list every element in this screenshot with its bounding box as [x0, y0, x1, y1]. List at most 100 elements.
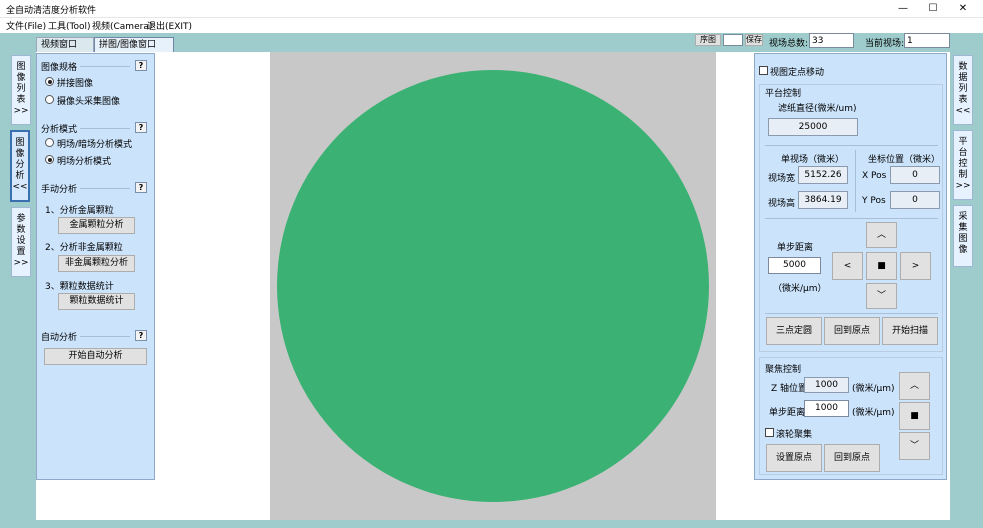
metal-particle-analysis-button[interactable]: 金属颗粒分析	[58, 217, 135, 234]
wheel-focus-checkbox[interactable]	[765, 428, 774, 437]
auto-analysis-title: 自动分析	[41, 333, 78, 343]
step1-label: 1、分析金属颗粒	[45, 206, 114, 216]
coord-position-title: 坐标位置（微米）	[868, 155, 941, 165]
tab-char: 图	[16, 62, 26, 72]
move-down-button[interactable]: ﹀	[866, 283, 897, 309]
step-distance-input[interactable]: 5000	[768, 257, 821, 274]
start-scan-button[interactable]: 开始扫描	[882, 317, 938, 345]
sidebar-tab-parameter-settings[interactable]: 参 数 设 置 >>	[11, 207, 31, 277]
view-fixed-move-checkbox[interactable]	[759, 66, 768, 75]
maximize-button[interactable]: ☐	[918, 2, 948, 16]
field-height-value: 3864.19	[798, 191, 848, 209]
divider	[855, 150, 856, 212]
tab-char: 置	[16, 247, 26, 257]
move-stop-button[interactable]: ■	[866, 252, 897, 280]
current-field-label: 当前视场:	[865, 39, 905, 49]
total-fields-input[interactable]: 33	[809, 33, 854, 48]
image-spec-title: 图像规格	[41, 63, 78, 73]
tab-char: 图	[958, 234, 968, 244]
tab-char: <<	[12, 182, 28, 192]
sidebar-tab-image-analysis[interactable]: 图 像 分 析 <<	[10, 130, 30, 202]
particle-statistics-button[interactable]: 颗粒数据统计	[58, 293, 135, 310]
sidebar-tab-data-list[interactable]: 数 据 列 表 <<	[953, 55, 973, 125]
divider	[80, 128, 130, 129]
sidebar-tab-image-list[interactable]: 图 像 列 表 >>	[11, 55, 31, 125]
radio-mosaic-image[interactable]	[45, 77, 54, 86]
bright-dark-mode-label: 明场/暗场分析模式	[57, 140, 133, 150]
tab-char: 据	[958, 73, 968, 83]
mosaic-image-label: 拼接图像	[57, 79, 94, 89]
small-field[interactable]	[723, 34, 743, 46]
tab-char: >>	[955, 181, 971, 191]
z-position-label: Z 轴位置	[771, 384, 808, 394]
field-width-value: 5152.26	[798, 166, 848, 184]
radio-bright-dark-mode[interactable]	[45, 138, 54, 147]
total-fields-label: 视场总数:	[769, 39, 809, 49]
radio-bright-mode[interactable]	[45, 155, 54, 164]
tab-char: >>	[13, 106, 29, 116]
sequence-button[interactable]: 序图	[695, 34, 721, 46]
focus-stop-button[interactable]: ■	[899, 402, 930, 430]
tab-mosaic-image-window[interactable]: 拼图/图像窗口	[94, 37, 174, 52]
focus-control-title: 聚焦控制	[765, 365, 802, 375]
move-up-button[interactable]: ︿	[866, 222, 897, 248]
tab-char: 集	[958, 223, 968, 233]
current-field-input[interactable]: 1	[904, 33, 950, 48]
window-title: 全自动清洁度分析软件	[6, 6, 97, 16]
step-distance-label: 单步距离	[777, 243, 814, 253]
xpos-label: X Pos	[862, 171, 887, 181]
sidebar-tab-platform-control[interactable]: 平 台 控 制 >>	[953, 130, 973, 200]
field-height-label: 视场高	[768, 199, 796, 209]
tab-char: 像	[15, 149, 25, 159]
radio-camera-image[interactable]	[45, 95, 54, 104]
ypos-label: Y Pos	[862, 196, 886, 206]
tab-char: 列	[958, 84, 968, 94]
tab-char: 参	[16, 214, 26, 224]
auto-analysis-help-button[interactable]: ?	[135, 330, 147, 341]
filter-membrane-circle	[277, 70, 709, 502]
start-auto-analysis-button[interactable]: 开始自动分析	[44, 348, 147, 365]
move-right-button[interactable]: >	[900, 252, 931, 280]
focus-up-button[interactable]: ︿	[899, 372, 930, 400]
manual-analysis-help-button[interactable]: ?	[135, 182, 147, 193]
save-button[interactable]: 保存	[745, 34, 763, 46]
focus-down-button[interactable]: ﹀	[899, 432, 930, 460]
focus-step-label: 单步距离	[769, 408, 806, 418]
minimize-button[interactable]: —	[888, 2, 918, 16]
tab-char: 分	[15, 160, 25, 170]
step-unit-label: （微米/μm）	[773, 284, 827, 294]
tab-char: 数	[16, 225, 26, 235]
menu-file[interactable]: 文件(File)	[6, 19, 46, 32]
analysis-mode-help-button[interactable]: ?	[135, 122, 147, 133]
three-point-circle-button[interactable]: 三点定圆	[766, 317, 822, 345]
menu-camera[interactable]: 视频(Camera)	[92, 19, 152, 32]
focus-home-button[interactable]: 回到原点	[824, 444, 880, 472]
z-position-value: 1000	[804, 377, 849, 393]
menu-tool[interactable]: 工具(Tool)	[48, 19, 91, 32]
tab-char: 像	[958, 245, 968, 255]
divider	[765, 145, 938, 146]
platform-home-button[interactable]: 回到原点	[824, 317, 880, 345]
field-width-label: 视场宽	[768, 174, 796, 184]
xpos-value: 0	[890, 166, 940, 184]
filter-diameter-value: 25000	[768, 118, 858, 136]
tab-char: 图	[15, 138, 25, 148]
wheel-focus-label: 滚轮聚集	[776, 430, 813, 440]
divider	[80, 336, 130, 337]
nonmetal-particle-analysis-button[interactable]: 非金属颗粒分析	[58, 255, 135, 272]
menu-exit[interactable]: 退出(EXIT)	[147, 19, 192, 32]
set-origin-button[interactable]: 设置原点	[766, 444, 822, 472]
image-spec-help-button[interactable]: ?	[135, 60, 147, 71]
view-fixed-move-label: 视图定点移动	[770, 68, 825, 78]
close-button[interactable]: ✕	[948, 2, 978, 16]
bright-mode-label: 明场分析模式	[57, 157, 112, 167]
step3-label: 3、颗粒数据统计	[45, 282, 114, 292]
focus-step-unit-label: (微米/μm)	[852, 408, 895, 418]
filter-membrane-image	[277, 70, 709, 502]
sidebar-tab-capture-image[interactable]: 采 集 图 像	[953, 205, 973, 267]
tab-char: >>	[13, 258, 29, 268]
focus-step-input[interactable]: 1000	[804, 400, 849, 417]
tab-char: 数	[958, 62, 968, 72]
move-left-button[interactable]: <	[832, 252, 863, 280]
tab-video-window[interactable]: 视频窗口	[36, 37, 94, 52]
